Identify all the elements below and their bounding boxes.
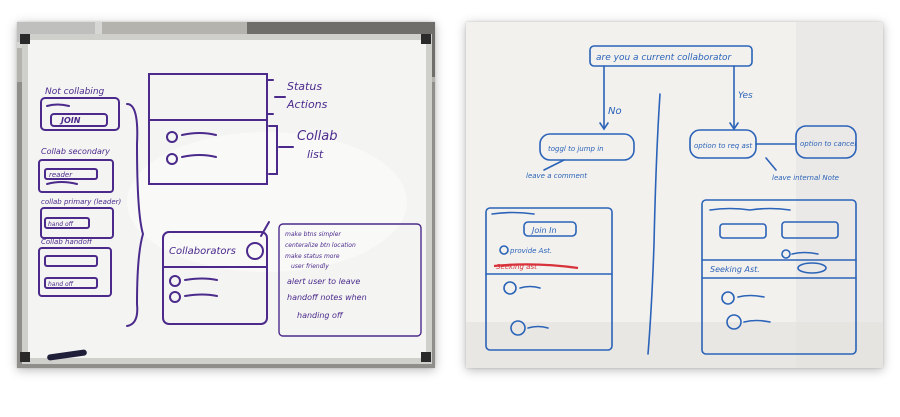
whiteboard-photo-collab-states: Not collabing JOIN Collab secondary read… — [17, 22, 435, 368]
label-option-cancel: option to cancel — [800, 140, 856, 148]
label-seeking-ast: Seeking Ast. — [710, 265, 760, 274]
label-seeking-ast-red: Seeking ast — [496, 263, 537, 271]
note-6: handoff notes when — [287, 293, 367, 302]
whiteboard-left-drawing: Not collabing JOIN Collab secondary read… — [17, 22, 435, 368]
label-yes: Yes — [738, 91, 753, 101]
label-collab-primary: collab primary (leader) — [41, 198, 121, 206]
label-join-in: Join In — [530, 226, 557, 235]
label-toggle: toggl to jump in — [548, 145, 604, 153]
label-leave-internal: leave internal Note — [772, 174, 839, 182]
label-hand-off-2: hand off — [48, 281, 74, 288]
label-actions: Actions — [286, 98, 328, 111]
note-4: user friendly — [291, 263, 329, 270]
label-collab-handoff: Collab handoff — [41, 238, 93, 246]
note-7: handing off — [297, 311, 344, 320]
label-join: JOIN — [59, 116, 81, 125]
label-provide-ast: provide Ast. — [509, 247, 552, 255]
label-not-collabing: Not collabing — [45, 87, 105, 97]
label-option-req: option to req ast — [694, 142, 752, 150]
label-collab-list-2: list — [307, 148, 324, 161]
label-leave-comment: leave a comment — [526, 172, 587, 180]
note-1: make btns simpler — [285, 231, 341, 238]
label-collaborators: Collaborators — [169, 246, 236, 257]
label-hand-off: hand off — [48, 221, 74, 228]
label-question: are you a current collaborator — [596, 53, 733, 63]
whiteboard-right-drawing: are you a current collaborator No Yes to… — [466, 22, 883, 368]
label-reader: reader — [49, 171, 73, 179]
note-5: alert user to leave — [287, 277, 360, 286]
label-collab-secondary: Collab secondary — [41, 147, 110, 156]
label-status: Status — [287, 80, 322, 93]
whiteboard-photo-flowchart: are you a current collaborator No Yes to… — [466, 22, 883, 368]
note-2: centeralize btn location — [285, 242, 356, 249]
label-no: No — [608, 106, 622, 117]
note-3: make status more — [285, 253, 340, 260]
label-collab-list-1: Collab — [297, 129, 337, 144]
